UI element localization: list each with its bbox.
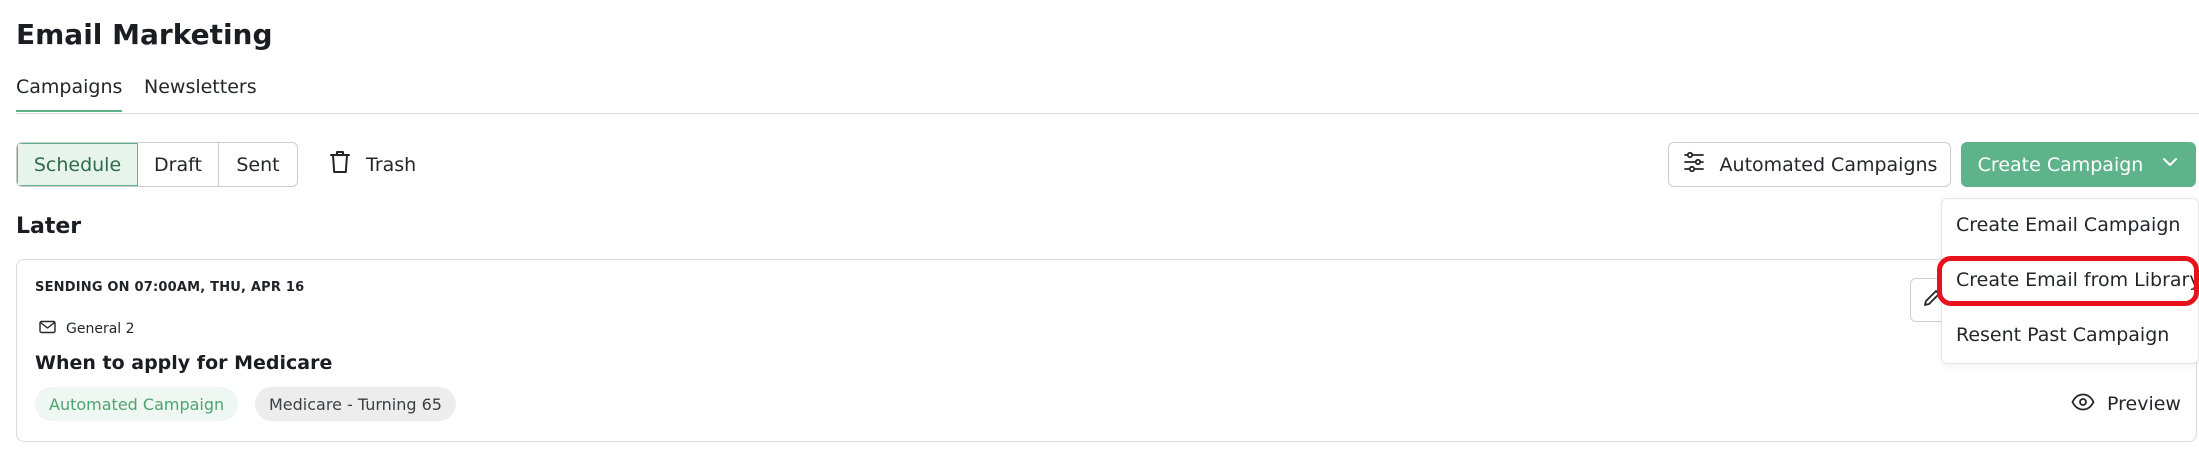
trash-icon	[328, 149, 352, 180]
filter-schedule-button[interactable]: Schedule	[17, 143, 138, 186]
filter-sent-button[interactable]: Sent	[219, 143, 297, 186]
eye-icon	[2071, 392, 2095, 417]
send-date: SENDING ON 07:00AM, THU, APR 16	[35, 280, 305, 295]
campaign-list: General 2	[39, 320, 135, 338]
automated-campaigns-button[interactable]: Automated Campaigns	[1668, 142, 1951, 187]
automated-campaign-tag: Automated Campaign	[35, 387, 239, 421]
tab-bar: Campaigns Newsletters	[16, 76, 2199, 114]
chevron-down-icon	[2161, 153, 2179, 176]
list-name: General 2	[66, 321, 135, 337]
filter-draft-button[interactable]: Draft	[138, 143, 219, 186]
trash-label: Trash	[366, 153, 417, 176]
menu-item-resent-past-campaign[interactable]: Resent Past Campaign	[1956, 324, 2169, 346]
tab-campaigns[interactable]: Campaigns	[16, 76, 123, 112]
create-campaign-label: Create Campaign	[1977, 153, 2144, 176]
section-title-later: Later	[16, 214, 82, 239]
status-filter-group: Schedule Draft Sent	[16, 142, 298, 187]
campaign-title[interactable]: When to apply for Medicare	[35, 352, 332, 374]
sliders-icon	[1682, 150, 1706, 179]
campaign-card[interactable]: SENDING ON 07:00AM, THU, APR 16 General …	[16, 259, 2197, 442]
create-campaign-button[interactable]: Create Campaign	[1961, 142, 2196, 187]
page-title: Email Marketing	[16, 18, 273, 51]
automated-campaigns-label: Automated Campaigns	[1719, 153, 1938, 176]
mail-icon	[39, 320, 56, 338]
menu-item-create-email-from-library[interactable]: Create Email from Library	[1956, 269, 2199, 291]
preview-button[interactable]: Preview	[2071, 387, 2181, 421]
create-campaign-menu: Create Email Campaign Create Email from …	[1941, 198, 2199, 364]
menu-item-create-email-campaign[interactable]: Create Email Campaign	[1956, 214, 2180, 236]
trash-button[interactable]: Trash	[328, 142, 416, 187]
tab-newsletters[interactable]: Newsletters	[144, 76, 257, 110]
list-tag: Medicare - Turning 65	[255, 387, 456, 421]
pencil-icon	[1921, 287, 1943, 313]
preview-label: Preview	[2107, 393, 2181, 415]
